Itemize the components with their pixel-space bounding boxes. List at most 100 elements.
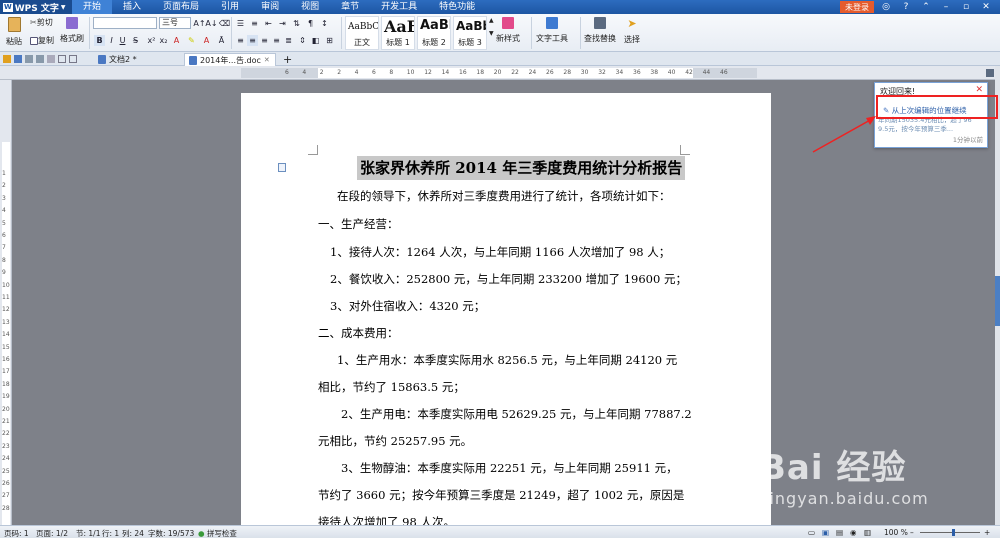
menu-insert[interactable]: 插入 <box>112 0 152 14</box>
document-paragraph[interactable]: 3、对外住宿收入：4320 元； <box>330 298 485 314</box>
vertical-ruler[interactable]: 1 2 3 4 5 6 7 8 9 10 11 12 13 14 15 16 17 18 19 20 21 22 23 24 2… <box>0 80 12 525</box>
text-tools-button[interactable]: 文字工具 <box>536 17 568 44</box>
document-paragraph[interactable]: 接待人次增加了 98 人次。 <box>318 514 455 525</box>
document-paragraph[interactable]: 元相比，节约 25257.95 元。 <box>318 433 472 449</box>
line-spacing-icon[interactable]: ↕ <box>319 18 330 29</box>
strikethrough-icon[interactable]: S̶ <box>130 35 141 46</box>
tab-document2[interactable]: 文档2 * <box>94 53 182 66</box>
font-size-select[interactable]: 三号 <box>159 17 191 29</box>
text-color-icon[interactable]: A <box>201 35 212 46</box>
horizontal-ruler[interactable]: 6 4 2 2 4 6 8 10 12 14 16 18 20 22 24 26 28 30 32 34 36 38 40 4… <box>0 66 1000 80</box>
increase-indent-icon[interactable]: ⇥ <box>277 18 288 29</box>
style-heading-2[interactable]: AaBl 标题 2 <box>417 16 451 50</box>
print-preview-icon[interactable] <box>36 55 44 63</box>
zoom-slider[interactable] <box>920 532 980 533</box>
align-center-icon[interactable]: ≡ <box>247 35 258 46</box>
show-marks-icon[interactable]: ¶ <box>305 18 316 29</box>
paste-button[interactable]: 粘贴 <box>6 17 22 47</box>
app-menu-button[interactable]: W WPS 文字 ▼ <box>0 0 72 14</box>
document-title[interactable]: 张家界休养所 2014 年三季度费用统计分析报告 <box>357 156 686 180</box>
find-replace-button[interactable]: 查找替换 <box>584 17 616 44</box>
new-tab-button[interactable]: + <box>279 53 296 66</box>
char-shading-icon[interactable]: Ā <box>216 35 227 46</box>
status-col[interactable]: 列: 24 <box>122 528 144 538</box>
status-row[interactable]: 行: 1 <box>102 528 119 538</box>
close-icon[interactable]: ✕ <box>975 85 983 95</box>
clear-format-icon[interactable]: ⌫ <box>219 18 230 29</box>
zoom-out-icon[interactable]: – <box>910 528 914 537</box>
view-read-icon[interactable]: ▥ <box>864 528 871 537</box>
menu-developer[interactable]: 开发工具 <box>370 0 428 14</box>
menu-home[interactable]: 开始 <box>72 0 113 14</box>
status-word-count[interactable]: 字数: 19/573 <box>148 528 194 538</box>
help-icon[interactable]: ? <box>897 1 915 13</box>
vertical-scrollbar[interactable] <box>995 66 1000 525</box>
skin-icon[interactable]: ◎ <box>877 1 895 13</box>
menu-view[interactable]: 视图 <box>290 0 330 14</box>
document-paragraph[interactable]: 二、成本费用： <box>318 325 399 341</box>
font-color-icon[interactable]: A <box>171 35 182 46</box>
align-left-icon[interactable]: ≡ <box>235 35 246 46</box>
menu-review[interactable]: 审阅 <box>250 0 290 14</box>
highlight-icon[interactable]: ✎ <box>186 35 197 46</box>
undo-icon[interactable] <box>58 55 66 63</box>
sort-icon[interactable]: ⇅ <box>291 18 302 29</box>
document-paragraph[interactable]: 1、生产用水：本季度实际用水 8256.5 元，与上年同期 24120 元 <box>337 352 677 368</box>
select-button[interactable]: ➤ 选择 <box>624 17 640 45</box>
document-paragraph[interactable]: 3、生物醇油：本季度实际用 22251 元，与上年同期 25911 元， <box>341 460 678 476</box>
bullet-list-icon[interactable]: ☰ <box>235 18 246 29</box>
justify-icon[interactable]: ≡ <box>271 35 282 46</box>
cut-button[interactable]: ✂ 剪切 <box>30 17 53 28</box>
subscript-icon[interactable]: x₂ <box>158 35 169 46</box>
open-icon[interactable] <box>3 55 11 63</box>
underline-button[interactable]: U <box>117 35 128 46</box>
maximize-icon[interactable]: ▫ <box>957 1 975 13</box>
document-paragraph[interactable]: 1、接待人次：1264 人次，与上年同期 1166 人次增加了 98 人； <box>330 244 670 260</box>
view-page-icon[interactable]: ▣ <box>822 528 829 537</box>
decrease-indent-icon[interactable]: ⇤ <box>263 18 274 29</box>
new-style-button[interactable]: 新样式 <box>496 17 520 44</box>
spell-check-button[interactable]: ● 拼写检查 <box>198 528 237 538</box>
zoom-in-icon[interactable]: + <box>984 528 990 537</box>
view-full-icon[interactable]: ▭ <box>808 528 815 537</box>
menu-special[interactable]: 特色功能 <box>428 0 486 14</box>
superscript-icon[interactable]: x² <box>146 35 157 46</box>
document-paragraph[interactable]: 节约了 3660 元；按今年预算三季度是 21249，超了 1002 元，原因是 <box>318 487 684 503</box>
paragraph-handle-icon[interactable] <box>278 163 286 172</box>
view-outline-icon[interactable]: ▤ <box>836 528 843 537</box>
ruler-toggle-icon[interactable] <box>986 69 994 77</box>
scrollbar-thumb[interactable] <box>995 276 1000 326</box>
border-icon[interactable]: ⊞ <box>324 35 335 46</box>
format-painter-button[interactable]: 格式刷 <box>60 17 84 44</box>
distribute-icon[interactable]: ≣ <box>283 35 294 46</box>
document-paragraph[interactable]: 2、生产用电：本季度实际用电 52629.25 元，与上年同期 77887.2 <box>341 406 692 422</box>
style-scroll[interactable]: ▲ ▼ <box>489 17 494 37</box>
paragraph-spacing-icon[interactable]: ⇕ <box>297 35 308 46</box>
document-paragraph[interactable]: 在段的领导下，休养所对三季度费用进行了统计，各项统计如下： <box>337 188 671 204</box>
italic-button[interactable]: I <box>106 35 117 46</box>
shading-icon[interactable]: ◧ <box>310 35 321 46</box>
status-section[interactable]: 节: 1/1 <box>76 528 100 538</box>
numbered-list-icon[interactable]: ≡ <box>249 18 260 29</box>
close-icon[interactable]: ✕ <box>977 1 995 13</box>
align-right-icon[interactable]: ≡ <box>259 35 270 46</box>
status-page-code[interactable]: 页码: 1 <box>4 528 29 538</box>
font-name-select[interactable] <box>93 17 157 29</box>
tab-report[interactable]: 2014年...告.doc ✕ <box>184 53 276 66</box>
view-web-icon[interactable]: ◉ <box>850 528 857 537</box>
document-paragraph[interactable]: 相比，节约了 15863.5 元； <box>318 379 465 395</box>
print-icon[interactable] <box>25 55 33 63</box>
copy-button[interactable]: 复制 <box>30 35 54 46</box>
grow-font-icon[interactable]: A↑ <box>193 18 205 29</box>
bold-button[interactable]: B <box>94 35 105 46</box>
shrink-font-icon[interactable]: A↓ <box>205 18 217 29</box>
document-page[interactable]: 张家界休养所 2014 年三季度费用统计分析报告 在段的领导下，休养所对三季度费… <box>241 93 771 525</box>
close-tab-icon[interactable]: ✕ <box>264 56 270 64</box>
zoom-level[interactable]: 100 % <box>884 528 908 537</box>
menu-page-layout[interactable]: 页面布局 <box>152 0 210 14</box>
style-heading-3[interactable]: AaBb 标题 3 <box>453 16 487 50</box>
save-icon[interactable] <box>14 55 22 63</box>
document-paragraph[interactable]: 一、生产经营： <box>318 216 399 232</box>
style-heading-1[interactable]: AaE 标题 1 <box>381 16 415 50</box>
style-normal[interactable]: AaBbCcDd 正文 <box>345 16 379 50</box>
